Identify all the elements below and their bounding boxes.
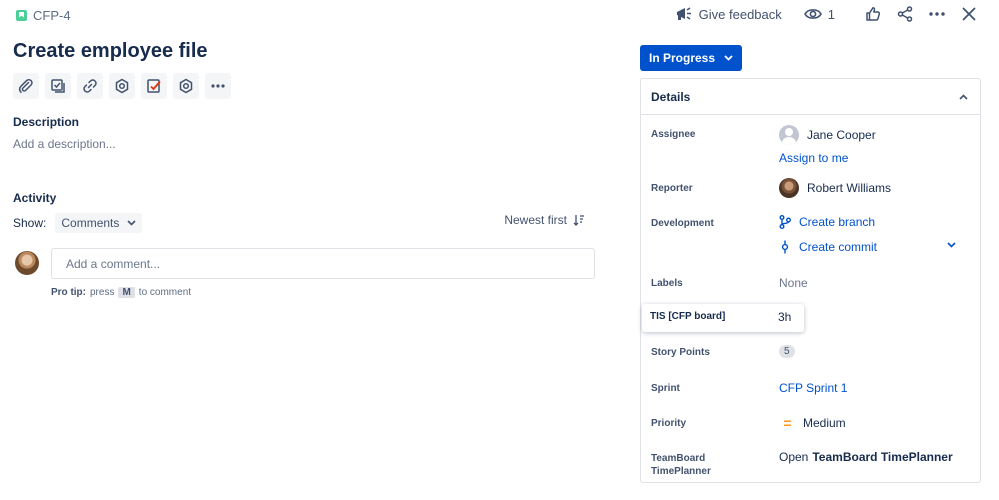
app-button-2[interactable] (173, 73, 199, 99)
show-label: Show: (13, 216, 47, 230)
share-icon (897, 6, 913, 22)
keyboard-shortcut-key: M (118, 287, 135, 298)
teamboard-label-line2: TimePlanner (651, 466, 711, 477)
reporter-name: Robert Williams (807, 181, 892, 195)
activity-type-value: Comments (61, 216, 120, 230)
reporter-avatar (779, 178, 799, 198)
megaphone-icon (676, 7, 691, 20)
teamboard-app-name: TeamBoard TimePlanner (812, 450, 953, 464)
story-points-badge: 5 (779, 345, 795, 358)
story-points-label: Story Points (651, 347, 710, 358)
more-horizontal-icon (929, 12, 945, 16)
give-feedback-label: Give feedback (698, 6, 782, 22)
assignee-label: Assignee (651, 129, 696, 140)
paperclip-icon (18, 78, 33, 93)
close-icon (962, 7, 976, 21)
activity-filter: Show: Comments (13, 213, 143, 233)
teamboard-label-line1: TeamBoard (651, 453, 706, 464)
reporter-field[interactable]: Robert Williams (779, 178, 891, 198)
open-teamboard-link[interactable]: Open TeamBoard TimePlanner (779, 450, 953, 464)
share-button[interactable] (893, 2, 917, 26)
branch-icon (779, 215, 791, 229)
activity-heading: Activity (13, 191, 57, 205)
hexagon-app-icon (115, 78, 129, 94)
like-button[interactable] (861, 2, 885, 26)
create-commit-link[interactable]: Create commit (779, 240, 877, 254)
attach-button[interactable] (13, 73, 39, 99)
subtask-icon (51, 79, 65, 93)
chevron-down-icon (724, 55, 733, 61)
current-user-avatar (15, 251, 39, 275)
sprint-link[interactable]: CFP Sprint 1 (779, 381, 847, 395)
sort-icon (573, 215, 584, 226)
chevron-down-icon (127, 220, 136, 226)
description-heading: Description (13, 115, 80, 129)
development-label: Development (651, 218, 714, 229)
chevron-down-icon (947, 242, 956, 248)
tis-value: 3h (778, 310, 792, 324)
top-actions: Give feedback 1 (675, 2, 981, 26)
priority-medium-icon: = (783, 415, 791, 431)
watch-button[interactable]: 1 (803, 6, 835, 22)
more-actions-button[interactable] (925, 2, 949, 26)
labels-field[interactable]: None (779, 276, 808, 290)
activity-type-select[interactable]: Comments (55, 213, 143, 233)
hexagon-app-icon (179, 78, 193, 94)
thumbs-up-icon (866, 7, 881, 21)
comment-input[interactable]: Add a comment... (51, 248, 595, 279)
description-field[interactable]: Add a description... (13, 137, 116, 151)
pro-tip-prefix: Pro tip: (51, 287, 86, 298)
give-feedback-button[interactable]: Give feedback (675, 6, 782, 22)
open-prefix: Open (779, 450, 809, 464)
checklist-app-button[interactable] (141, 73, 167, 99)
unassigned-avatar-icon (779, 125, 799, 145)
pro-tip-suffix: to comment (138, 287, 192, 298)
issue-key-breadcrumb[interactable]: CFP-4 (16, 6, 71, 24)
checklist-icon (147, 79, 161, 93)
watchers-count: 1 (827, 6, 835, 22)
create-commit-label: Create commit (799, 240, 878, 254)
details-heading: Details (651, 89, 691, 104)
pro-tip-press: press (90, 287, 115, 298)
toolbar-more-button[interactable] (205, 73, 231, 99)
sort-order-button[interactable]: Newest first (504, 213, 585, 227)
app-button-1[interactable] (109, 73, 135, 99)
assignee-field[interactable]: Jane Cooper (779, 125, 876, 145)
priority-field[interactable]: = Medium (779, 415, 846, 431)
create-branch-label: Create branch (799, 215, 876, 229)
more-horizontal-icon (211, 84, 225, 88)
commit-icon (781, 240, 789, 254)
tis-field-card[interactable]: TIS [CFP board] 3h (642, 304, 804, 332)
close-button[interactable] (957, 2, 981, 26)
link-issue-button[interactable] (77, 73, 103, 99)
priority-value: Medium (803, 416, 846, 430)
priority-label: Priority (651, 418, 687, 429)
details-panel-header[interactable]: Details (641, 79, 980, 115)
issue-title[interactable]: Create employee file (13, 40, 208, 63)
issue-toolbar (13, 73, 231, 99)
issue-key[interactable]: CFP-4 (33, 8, 71, 23)
sprint-label: Sprint (651, 383, 680, 394)
create-branch-link[interactable]: Create branch (779, 215, 875, 229)
development-expand-button[interactable] (947, 242, 956, 248)
sort-order-label: Newest first (504, 213, 567, 227)
issue-type-icon (16, 9, 27, 21)
status-label: In Progress (648, 51, 716, 65)
teamboard-label: TeamBoard TimePlanner (651, 452, 711, 478)
link-icon (83, 79, 97, 93)
eye-icon (803, 9, 822, 19)
assignee-name: Jane Cooper (807, 128, 876, 142)
status-dropdown[interactable]: In Progress (640, 45, 742, 71)
labels-label: Labels (651, 278, 683, 289)
pro-tip: Pro tip: press M to comment (51, 287, 191, 298)
add-child-issue-button[interactable] (45, 73, 71, 99)
assign-to-me-link[interactable]: Assign to me (779, 151, 848, 165)
details-panel: Details Assignee Jane Cooper Assign to m… (640, 78, 981, 483)
tis-label: TIS [CFP board] (650, 311, 726, 322)
reporter-label: Reporter (651, 183, 693, 194)
chevron-up-icon (959, 93, 968, 100)
story-points-field[interactable]: 5 (779, 345, 795, 358)
